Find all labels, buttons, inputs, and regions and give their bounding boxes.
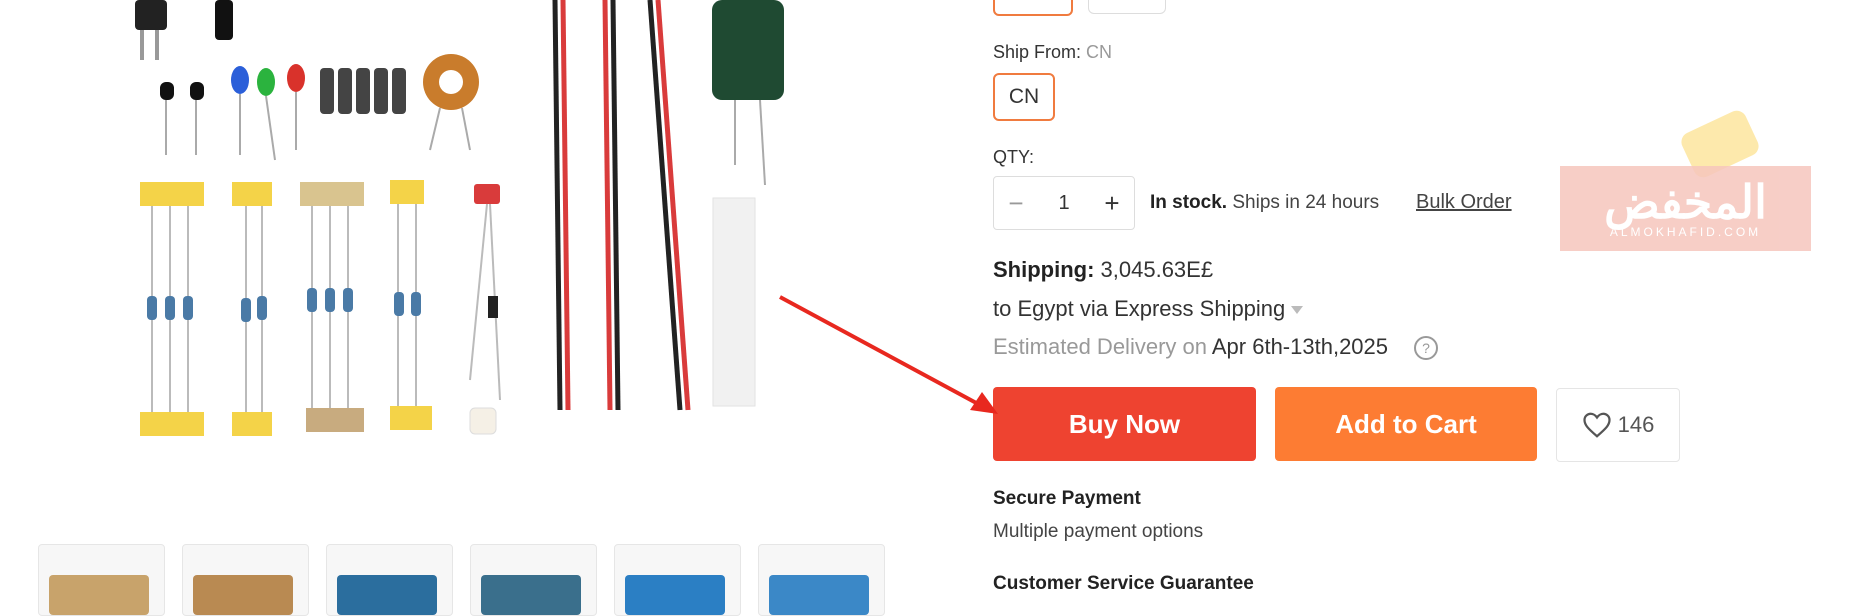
secure-payment-subtitle: Multiple payment options [993,521,1204,542]
qty-label: QTY: [993,147,1035,167]
almokhafid-watermark-logo: المخفض ALMOKHAFID.COM [1560,166,1811,251]
variant-option-selected[interactable] [993,0,1073,16]
quantity-stepper: − 1 + [993,176,1135,230]
thumbnail-4[interactable] [470,544,597,616]
stock-status: In stock. Ships in 24 hours [1150,192,1379,214]
ship-from-text: Ship From: [993,42,1082,62]
shipping-cost: Shipping: 3,045.63E£ [993,257,1213,283]
stock-status-text: Ships in 24 hours [1227,192,1380,213]
qty-value[interactable]: 1 [1058,192,1069,215]
variant-option[interactable] [1088,0,1166,14]
delivery-label: Estimated Delivery on [993,334,1212,359]
thumbnail-6[interactable] [758,544,885,616]
wishlist-button[interactable]: 146 [1556,388,1680,462]
shipping-value: 3,045.63E£ [1094,257,1214,282]
shipping-method-selector[interactable]: to Egypt via Express Shipping [993,296,1304,322]
thumbnail-5[interactable] [614,544,741,616]
ship-from-label: Ship From: CN [993,42,1112,63]
heart-icon [1583,412,1611,438]
ship-from-option-label: CN [1008,85,1040,108]
bulk-order-link[interactable]: Bulk Order [1416,191,1512,214]
product-main-image [0,0,960,530]
watermark-arabic: المخفض [1604,175,1767,228]
delivery-date: Apr 6th-13th,2025 [1211,334,1389,359]
caret-down-icon [1291,306,1304,315]
stock-status-bold: In stock. [1150,192,1228,213]
secure-payment-title: Secure Payment [993,488,1141,509]
thumbnail-1[interactable] [38,544,165,616]
shipping-method-text: to Egypt via Express Shipping [993,296,1286,321]
qty-increase-button[interactable]: + [1090,177,1134,229]
thumbnail-strip [38,544,885,616]
customer-service-guarantee: Customer Service Guarantee [993,573,1254,594]
ship-from-option-cn[interactable]: CN [993,73,1055,121]
thumbnail-2[interactable] [182,544,309,616]
add-to-cart-button[interactable]: Add to Cart [1275,387,1537,461]
wishlist-count: 146 [1617,412,1655,437]
qty-decrease-button[interactable]: − [994,177,1038,229]
thumbnail-3[interactable] [326,544,453,616]
electronic-components-photo [135,0,784,436]
question-circle-icon[interactable]: ? [1414,336,1439,361]
ship-from-value: CN [1086,42,1113,62]
buy-now-button[interactable]: Buy Now [993,387,1256,461]
watermark-latin: ALMOKHAFID.COM [1609,224,1762,239]
estimated-delivery: Estimated Delivery on Apr 6th-13th,2025? [993,334,1439,361]
shipping-label: Shipping: [993,257,1095,282]
